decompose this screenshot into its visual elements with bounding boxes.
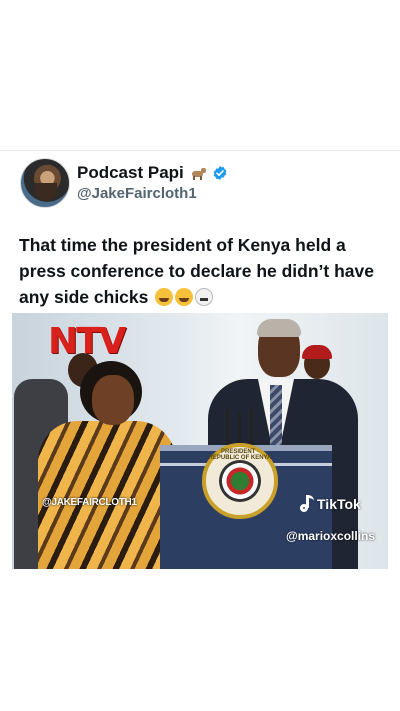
woman-figure-face [92,375,134,425]
display-name[interactable]: Podcast Papi [77,163,184,183]
name-row: Podcast Papi [77,162,228,184]
tiktok-wordmark: TikTok [317,496,361,512]
president-figure-tie [270,385,282,451]
president-figure-hair [257,319,301,337]
seal-coat-of-arms [219,460,261,502]
user-handle[interactable]: @JakeFaircloth1 [77,185,197,202]
weary-face-emoji-icon [155,288,174,306]
tweet-text: That time the president of Kenya held a … [19,232,389,310]
tiktok-logo: TikTok [298,495,361,513]
woman-figure-dress [38,421,176,569]
top-divider [0,150,400,151]
avatar-beard-shape [35,183,57,201]
tears-of-joy-emoji-icon [175,288,194,306]
presidential-seal-icon: PRESIDENT · REPUBLIC OF KENYA [202,443,278,519]
tiktok-icon [298,495,314,513]
uploader-watermark: @JAKEFAIRCLOTH1 [42,497,137,508]
goat-icon [190,166,206,180]
tweet-video[interactable]: PRESIDENT · REPUBLIC OF KENYA NTV @JAKEF… [12,313,388,569]
creator-watermark: @marioxcollins [286,529,376,543]
profile-avatar[interactable] [20,158,70,208]
skull-emoji-icon [195,288,214,306]
ntv-logo: NTV [48,321,127,362]
guard-figure-cap [302,345,332,359]
verified-badge-icon [213,166,227,180]
